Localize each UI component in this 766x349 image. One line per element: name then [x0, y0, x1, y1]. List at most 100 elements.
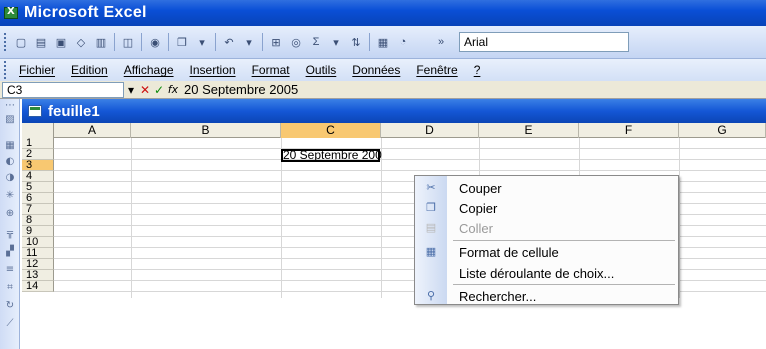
align-tool-icon[interactable]: ▞: [3, 245, 17, 259]
context-menu-separator: [453, 240, 675, 241]
formula-input[interactable]: 20 Septembre 2005: [184, 82, 298, 97]
menu-insertion[interactable]: Insertion: [190, 63, 236, 77]
toolbar-separator: [168, 33, 169, 51]
menu-help[interactable]: ?: [474, 63, 481, 77]
toolbar-options-icon[interactable]: »: [433, 34, 449, 50]
image-tool-icon[interactable]: ▨: [3, 113, 17, 127]
half-circle-alt-icon[interactable]: ◑: [3, 171, 17, 185]
context-menu-paste[interactable]: ▤ Coller: [415, 218, 678, 238]
new-document-icon[interactable]: ▢: [13, 34, 29, 50]
formula-bar: C3 ▾ ✕ ✓ fx 20 Septembre 2005: [0, 81, 766, 99]
context-menu-copy[interactable]: ❐ Copier: [415, 198, 678, 218]
menu-lines-icon[interactable]: ≡: [3, 263, 17, 277]
menu-donnees[interactable]: Données: [352, 63, 400, 77]
context-menu-label: Format de cellule: [459, 245, 559, 260]
standard-toolbar: ▢ ▤ ▣ ◇ ▥ ◫ ◉ ❐ ▾ ↶ ▾ ⊞ ◎ Σ ▾ ⇅ ▦ ◔ » Ar…: [0, 26, 766, 59]
context-menu-label: Copier: [459, 201, 498, 216]
format-cell-icon: ▦: [425, 245, 437, 258]
enter-entry-icon[interactable]: ✓: [152, 83, 166, 97]
print-icon[interactable]: ▥: [93, 34, 109, 50]
column-header-a[interactable]: A: [54, 123, 131, 138]
open-folder-icon[interactable]: ▤: [33, 34, 49, 50]
name-box[interactable]: C3: [2, 81, 124, 98]
worksheet-title-bar: feuille1: [22, 99, 766, 123]
star-tool-icon[interactable]: ✳: [3, 189, 17, 203]
print-preview-icon[interactable]: ◫: [120, 34, 136, 50]
column-headers: A B C D E F G: [22, 123, 766, 138]
half-circle-icon[interactable]: ◐: [3, 155, 17, 169]
copy-icon: ❐: [426, 201, 436, 214]
toolbar-separator: [114, 33, 115, 51]
zoom-tool-icon[interactable]: ⊕: [3, 207, 17, 221]
autosum-icon[interactable]: Σ: [308, 34, 324, 50]
copy-toolbar-icon[interactable]: ❐: [174, 34, 190, 50]
context-menu-label: Rechercher...: [459, 289, 537, 304]
context-menu-label: Coller: [459, 221, 493, 236]
context-menu-dropdown-list[interactable]: Liste déroulante de choix...: [415, 263, 678, 283]
dropdown-arrow-icon[interactable]: ▾: [194, 34, 210, 50]
select-all-corner[interactable]: [22, 123, 54, 138]
hyperlink-icon[interactable]: ⊞: [268, 34, 284, 50]
context-menu-separator: [453, 284, 675, 285]
namebox-dropdown-icon[interactable]: ▾: [124, 83, 138, 97]
toolbar-grip[interactable]: [4, 33, 7, 51]
menubar-grip[interactable]: [4, 61, 7, 79]
toolbar-separator: [369, 33, 370, 51]
menu-format[interactable]: Format: [252, 63, 290, 77]
grid-row-line: [54, 170, 766, 171]
column-header-b[interactable]: B: [131, 123, 281, 138]
split-tool-icon[interactable]: ╦: [3, 227, 17, 241]
menu-fichier[interactable]: Fichier: [19, 63, 55, 77]
paste-icon: ▤: [425, 221, 437, 234]
window-title: Microsoft Excel: [24, 4, 147, 21]
drawing-toolbar-vertical: ⋯ ▨ ▦ ◐ ◑ ✳ ⊕ ╦ ▞ ≡ ⌗ ↻ ⟋: [0, 99, 20, 349]
insert-function-icon[interactable]: fx: [166, 83, 180, 96]
context-menu-format-cell[interactable]: ▦ Format de cellule: [415, 242, 678, 262]
column-header-d[interactable]: D: [381, 123, 479, 138]
cell-c3-value: 20 Septembre 200: [283, 148, 382, 162]
frame-tool-icon[interactable]: ⌗: [3, 281, 17, 295]
signature-icon[interactable]: ◎: [288, 34, 304, 50]
line-tool-icon[interactable]: ⟋: [3, 317, 17, 331]
row-header-14[interactable]: 14: [22, 281, 54, 292]
context-menu-label: Couper: [459, 181, 502, 196]
toolbar-separator: [141, 33, 142, 51]
menu-bar: Fichier Edition Affichage Insertion Form…: [0, 59, 766, 81]
excel-title-bar: Microsoft Excel: [0, 0, 766, 26]
chart-wizard-icon[interactable]: ▦: [375, 34, 391, 50]
grid-column-line: [679, 138, 680, 298]
context-menu-search[interactable]: ⚲ Rechercher...: [415, 286, 678, 306]
cell-context-menu: ✂ Couper ❐ Copier ▤ Coller ▦ Format de c…: [414, 175, 679, 305]
column-header-f[interactable]: F: [579, 123, 679, 138]
cancel-entry-icon[interactable]: ✕: [138, 83, 152, 97]
font-name-select[interactable]: Arial: [459, 32, 629, 52]
column-header-e[interactable]: E: [479, 123, 579, 138]
excel-app-icon: [4, 6, 18, 19]
worksheet-title: feuille1: [48, 102, 100, 120]
research-icon[interactable]: ◉: [147, 34, 163, 50]
grid-row-line: [54, 148, 766, 149]
grid-column-line: [281, 138, 282, 298]
column-header-c[interactable]: C: [281, 123, 381, 138]
permission-icon[interactable]: ◇: [73, 34, 89, 50]
toolbar-separator: [215, 33, 216, 51]
column-header-g[interactable]: G: [679, 123, 766, 138]
help-icon[interactable]: ◔: [395, 34, 411, 50]
menu-edition[interactable]: Edition: [71, 63, 108, 77]
menu-outils[interactable]: Outils: [306, 63, 337, 77]
menu-affichage[interactable]: Affichage: [124, 63, 174, 77]
undo-icon[interactable]: ↶: [221, 34, 237, 50]
undo-dropdown-icon[interactable]: ▾: [241, 34, 257, 50]
menu-fenetre[interactable]: Fenêtre: [416, 63, 457, 77]
grid-column-line: [131, 138, 132, 298]
grid-row-line: [54, 159, 766, 160]
context-menu-cut[interactable]: ✂ Couper: [415, 178, 678, 198]
grid-column-line: [381, 138, 382, 298]
rotate-tool-icon[interactable]: ↻: [3, 299, 17, 313]
toolbar-grip-icon[interactable]: ⋯: [3, 99, 17, 113]
sort-ascending-icon[interactable]: ⇅: [348, 34, 364, 50]
autosum-dropdown-icon[interactable]: ▾: [328, 34, 344, 50]
scissors-icon: ✂: [426, 181, 436, 194]
grid-tool-icon[interactable]: ▦: [3, 139, 17, 153]
save-icon[interactable]: ▣: [53, 34, 69, 50]
